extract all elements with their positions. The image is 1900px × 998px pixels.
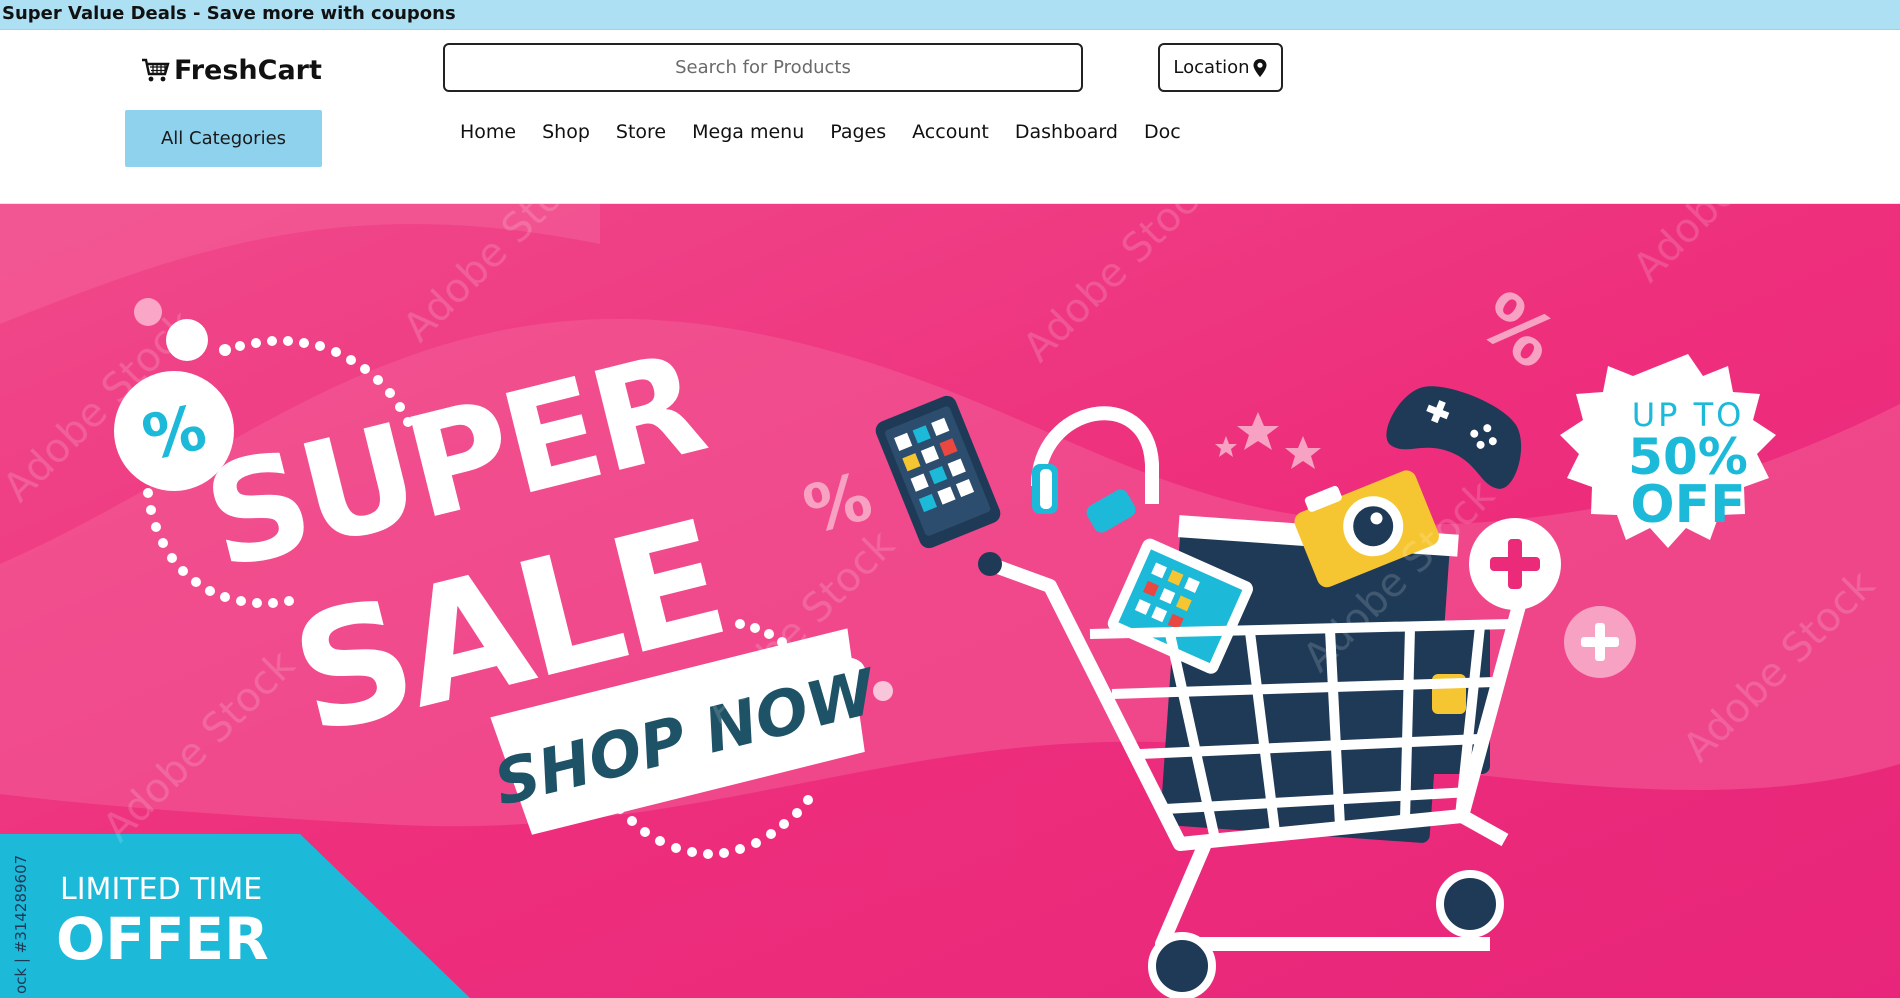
logo[interactable]: FreshCart [140, 50, 322, 90]
limited-time-text: LIMITED TIME [60, 872, 262, 907]
nav-item-store[interactable]: Store [616, 121, 666, 151]
stock-id-text: ock | #314289607 [12, 855, 30, 994]
promo-bar: Super Value Deals - Save more with coupo… [0, 0, 1900, 30]
map-pin-icon [1253, 58, 1267, 77]
decor-bubble [873, 681, 893, 701]
promo-text: Super Value Deals - Save more with coupo… [2, 3, 456, 24]
search-input[interactable] [443, 43, 1083, 92]
nav-item-account[interactable]: Account [912, 121, 989, 151]
nav-item-mega-menu[interactable]: Mega menu [692, 121, 804, 151]
nav-item-home[interactable]: Home [460, 121, 516, 151]
location-button[interactable]: Location [1158, 43, 1283, 92]
location-label: Location [1173, 57, 1250, 78]
hero-banner-art: % % % SUPER SALE SHOP NOW LIMITED TIME O… [0, 204, 1900, 998]
badge-off: OFF [1630, 475, 1745, 535]
hero-banner[interactable]: % % % SUPER SALE SHOP NOW LIMITED TIME O… [0, 204, 1900, 998]
plus-icon [1564, 606, 1636, 678]
site-header: FreshCart Location All Categories Home S… [0, 30, 1900, 204]
main-nav: Home Shop Store Mega menu Pages Account … [460, 121, 1181, 151]
nav-item-pages[interactable]: Pages [830, 121, 886, 151]
nav-item-dashboard[interactable]: Dashboard [1015, 121, 1118, 151]
all-categories-button[interactable]: All Categories [125, 110, 322, 167]
plus-icon [1469, 518, 1561, 610]
nav-item-doc[interactable]: Doc [1144, 121, 1181, 151]
shopping-cart-icon [142, 58, 170, 82]
logo-text: FreshCart [174, 54, 322, 86]
nav-item-shop[interactable]: Shop [542, 121, 590, 151]
offer-text: OFFER [56, 905, 269, 973]
